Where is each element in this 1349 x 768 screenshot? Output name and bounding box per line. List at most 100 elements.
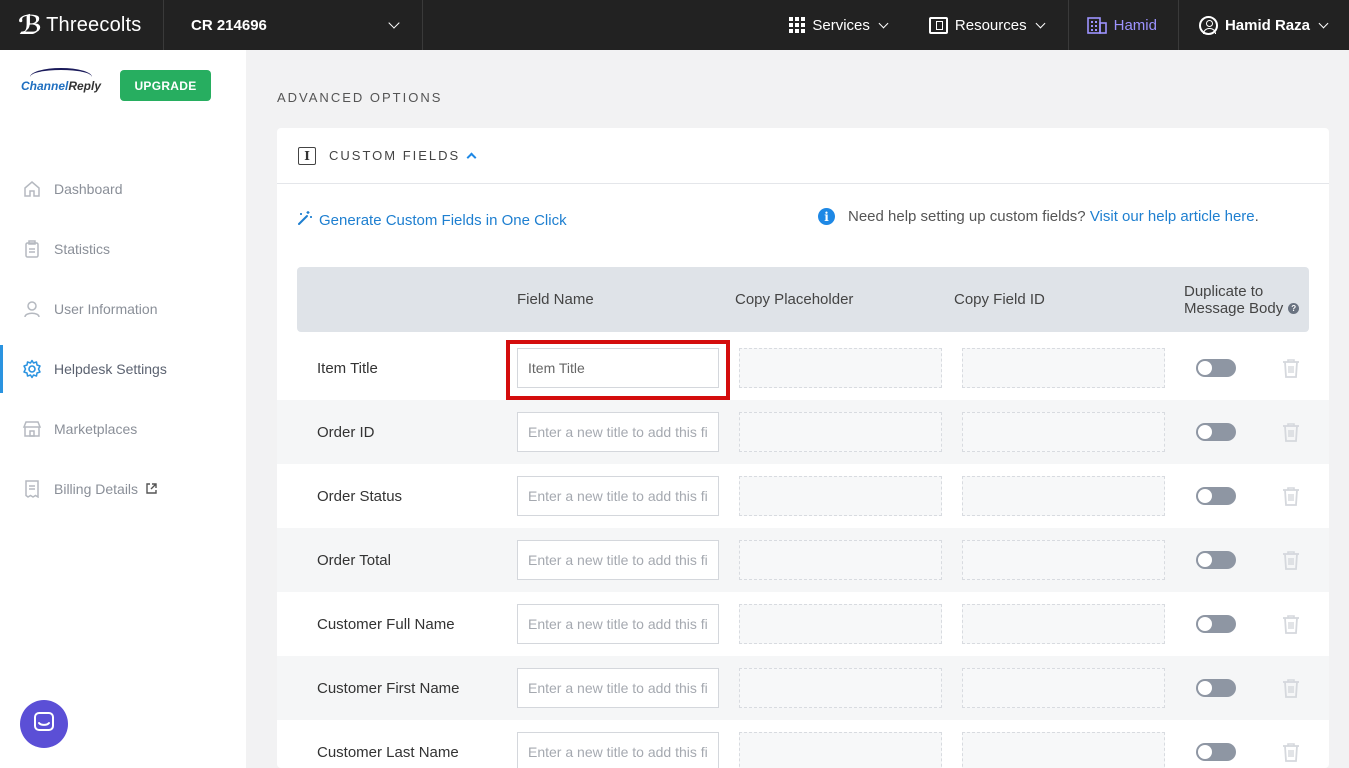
logo-text-reply: Reply	[68, 79, 102, 93]
trash-icon[interactable]	[1282, 486, 1300, 511]
trash-icon[interactable]	[1282, 742, 1300, 767]
sidebar-item-label: Statistics	[54, 241, 111, 257]
chevron-down-icon	[388, 17, 400, 29]
row-label: Order Total	[317, 551, 391, 569]
field-name-input[interactable]	[517, 604, 719, 644]
sidebar-item-label: Billing Details	[54, 481, 139, 497]
question-icon[interactable]: ?	[1288, 303, 1300, 315]
copy-field-id-box[interactable]	[962, 732, 1165, 768]
duplicate-toggle[interactable]	[1196, 743, 1236, 761]
gear-icon	[22, 359, 42, 379]
trash-icon[interactable]	[1282, 358, 1300, 383]
copy-field-id-box[interactable]	[962, 668, 1165, 708]
threecolts-logo[interactable]: ℬ Threecolts	[0, 0, 164, 50]
building-icon	[1086, 16, 1107, 34]
sidebar-item-billing-details[interactable]: Billing Details	[0, 465, 246, 513]
sidebar-item-helpdesk-settings[interactable]: Helpdesk Settings	[0, 345, 246, 393]
threecolts-logo-mark: ℬ	[18, 10, 43, 40]
workspace-link[interactable]: Hamid	[1069, 0, 1179, 50]
account-selector[interactable]: CR 214696	[164, 0, 423, 50]
custom-fields-card: I CUSTOM FIELDS Generate Custom Fields i…	[277, 128, 1329, 768]
resources-menu[interactable]: Resources	[909, 0, 1069, 50]
copy-placeholder-box[interactable]	[739, 668, 942, 708]
user-icon	[22, 299, 42, 319]
help-text: Need help setting up custom fields? Visi…	[848, 206, 1259, 227]
copy-field-id-box[interactable]	[962, 540, 1165, 580]
duplicate-toggle[interactable]	[1196, 615, 1236, 633]
services-label: Services	[812, 16, 870, 34]
sidebar-item-user-information[interactable]: User Information	[0, 285, 246, 333]
help-article-link[interactable]: Visit our help article here	[1090, 208, 1255, 225]
magic-wand-icon	[297, 210, 313, 230]
card-title: CUSTOM FIELDS	[329, 148, 461, 163]
row-label: Item Title	[317, 359, 378, 377]
row-label: Order Status	[317, 487, 403, 505]
column-header-duplicate: Duplicate to Message Body?	[1184, 267, 1300, 332]
chevron-down-icon	[1035, 18, 1046, 28]
help-text-period: .	[1254, 208, 1259, 225]
field-name-input[interactable]	[517, 348, 719, 388]
account-id: CR 214696	[191, 16, 267, 34]
copy-field-id-box[interactable]	[962, 604, 1165, 644]
duplicate-toggle[interactable]	[1196, 551, 1236, 569]
copy-field-id-box[interactable]	[962, 476, 1165, 516]
sidebar-item-dashboard[interactable]: Dashboard	[0, 165, 246, 213]
chevron-down-icon	[1318, 18, 1329, 28]
table-row: Item Title	[277, 336, 1329, 400]
field-name-input[interactable]	[517, 540, 719, 580]
field-name-input[interactable]	[517, 412, 719, 452]
column-header-copy-placeholder: Copy Placeholder	[735, 291, 854, 308]
sidebar-item-statistics[interactable]: Statistics	[0, 225, 246, 273]
generate-custom-fields-link[interactable]: Generate Custom Fields in One Click	[297, 210, 567, 230]
table-row: Order ID	[277, 400, 1329, 464]
chat-support-button[interactable]	[20, 700, 68, 748]
copy-placeholder-box[interactable]	[739, 604, 942, 644]
row-label: Order ID	[317, 423, 375, 441]
field-name-input[interactable]	[517, 668, 719, 708]
services-menu[interactable]: Services	[767, 0, 909, 50]
copy-field-id-box[interactable]	[962, 412, 1165, 452]
chevron-down-icon	[878, 18, 889, 28]
copy-placeholder-box[interactable]	[739, 476, 942, 516]
table-row: Customer First Name	[277, 656, 1329, 720]
user-circle-icon	[1198, 15, 1218, 35]
table-header: Field Name Copy Placeholder Copy Field I…	[297, 267, 1309, 332]
brand-name: Threecolts	[46, 13, 142, 36]
duplicate-toggle[interactable]	[1196, 679, 1236, 697]
custom-fields-header[interactable]: I CUSTOM FIELDS	[277, 128, 1329, 184]
text-cursor-icon: I	[298, 146, 316, 165]
copy-placeholder-box[interactable]	[739, 412, 942, 452]
field-name-input[interactable]	[517, 732, 719, 768]
copy-placeholder-box[interactable]	[739, 348, 942, 388]
duplicate-toggle[interactable]	[1196, 423, 1236, 441]
user-menu[interactable]: Hamid Raza	[1179, 0, 1349, 50]
user-name: Hamid Raza	[1224, 16, 1310, 34]
duplicate-header-line2: Message Body	[1184, 299, 1284, 317]
top-navbar: ℬ Threecolts CR 214696 Services Resource…	[0, 0, 1349, 50]
trash-icon[interactable]	[1282, 422, 1300, 447]
copy-field-id-box[interactable]	[962, 348, 1165, 388]
trash-icon[interactable]	[1282, 550, 1300, 575]
table-row: Order Status	[277, 464, 1329, 528]
section-title: ADVANCED OPTIONS	[277, 90, 443, 105]
copy-placeholder-box[interactable]	[739, 732, 942, 768]
copy-placeholder-box[interactable]	[739, 540, 942, 580]
field-name-input[interactable]	[517, 476, 719, 516]
row-label: Customer Full Name	[317, 615, 455, 633]
chevron-up-icon[interactable]	[466, 152, 477, 162]
receipt-icon	[22, 479, 42, 499]
table-row: Order Total	[277, 528, 1329, 592]
trash-icon[interactable]	[1282, 614, 1300, 639]
channelreply-logo[interactable]: ChannelReply	[21, 79, 101, 93]
sidebar-item-label: User Information	[54, 301, 158, 317]
trash-icon[interactable]	[1282, 678, 1300, 703]
store-icon	[22, 419, 42, 439]
duplicate-toggle[interactable]	[1196, 359, 1236, 377]
sidebar-item-marketplaces[interactable]: Marketplaces	[0, 405, 246, 453]
duplicate-toggle[interactable]	[1196, 487, 1236, 505]
row-label: Customer Last Name	[317, 743, 459, 761]
upgrade-button[interactable]: UPGRADE	[120, 70, 211, 101]
external-link-icon	[146, 481, 157, 497]
info-icon: i	[818, 208, 835, 225]
row-label: Customer First Name	[317, 679, 460, 697]
